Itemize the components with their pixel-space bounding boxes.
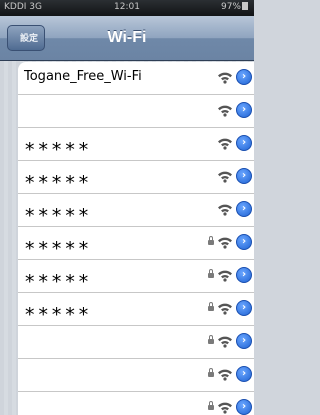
network-row[interactable]: ***** › <box>18 293 254 326</box>
detail-disclosure-icon[interactable]: › <box>236 366 252 382</box>
wifi-signal-icon <box>217 366 233 382</box>
wifi-signal-icon <box>217 69 233 85</box>
detail-disclosure-icon[interactable]: › <box>236 333 252 349</box>
lock-icon <box>208 368 214 377</box>
wifi-signal-icon <box>217 333 233 349</box>
wifi-signal-icon <box>217 234 233 250</box>
network-row[interactable]: ***** › <box>18 194 254 227</box>
lock-icon <box>208 335 214 344</box>
network-list: Togane_Free_Wi-Fi › › ***** › ***** › ***** › ***… <box>18 62 254 415</box>
network-name: Togane_Free_Wi-Fi <box>24 69 142 84</box>
network-name: ***** <box>24 205 92 227</box>
wifi-signal-icon <box>217 300 233 316</box>
network-row[interactable]: › <box>18 359 254 392</box>
detail-disclosure-icon[interactable]: › <box>236 168 252 184</box>
lock-icon <box>208 401 214 410</box>
lock-icon <box>208 236 214 245</box>
detail-disclosure-icon[interactable]: › <box>236 69 252 85</box>
detail-disclosure-icon[interactable]: › <box>236 234 252 250</box>
lock-icon <box>208 302 214 311</box>
wifi-signal-icon <box>217 135 233 151</box>
wifi-signal-icon <box>217 102 233 118</box>
network-row[interactable]: › <box>18 95 254 128</box>
detail-disclosure-icon[interactable]: › <box>236 102 252 118</box>
network-row[interactable]: › <box>18 392 254 415</box>
detail-disclosure-icon[interactable]: › <box>236 399 252 415</box>
network-row[interactable]: › <box>18 326 254 359</box>
wifi-signal-icon <box>217 267 233 283</box>
network-row[interactable]: Togane_Free_Wi-Fi › <box>18 62 254 95</box>
network-name: ***** <box>24 139 92 161</box>
back-button[interactable]: 設定 <box>7 25 45 51</box>
network-row[interactable]: ***** › <box>18 128 254 161</box>
clock: 12:01 <box>114 2 140 12</box>
status-bar: KDDI 3G 12:01 97% <box>0 0 254 16</box>
network-name: ***** <box>24 238 92 260</box>
battery-icon <box>242 2 248 10</box>
network-name: ***** <box>24 172 92 194</box>
network-row[interactable]: ***** › <box>18 260 254 293</box>
wifi-signal-icon <box>217 201 233 217</box>
wifi-settings-screen: KDDI 3G 12:01 97% Wi-Fi 設定 Togane_Free_W… <box>0 0 254 415</box>
battery-percent: 97% <box>220 2 241 12</box>
detail-disclosure-icon[interactable]: › <box>236 135 252 151</box>
lock-icon <box>208 269 214 278</box>
battery-indicator: 97% <box>221 2 248 12</box>
network-name: ***** <box>24 271 92 293</box>
wifi-signal-icon <box>217 399 233 415</box>
detail-disclosure-icon[interactable]: › <box>236 300 252 316</box>
network-row[interactable]: ***** › <box>18 227 254 260</box>
network-name: ***** <box>24 304 92 326</box>
wifi-signal-icon <box>217 168 233 184</box>
detail-disclosure-icon[interactable]: › <box>236 201 252 217</box>
network-row[interactable]: ***** › <box>18 161 254 194</box>
navigation-bar: Wi-Fi 設定 <box>0 16 254 61</box>
detail-disclosure-icon[interactable]: › <box>236 267 252 283</box>
